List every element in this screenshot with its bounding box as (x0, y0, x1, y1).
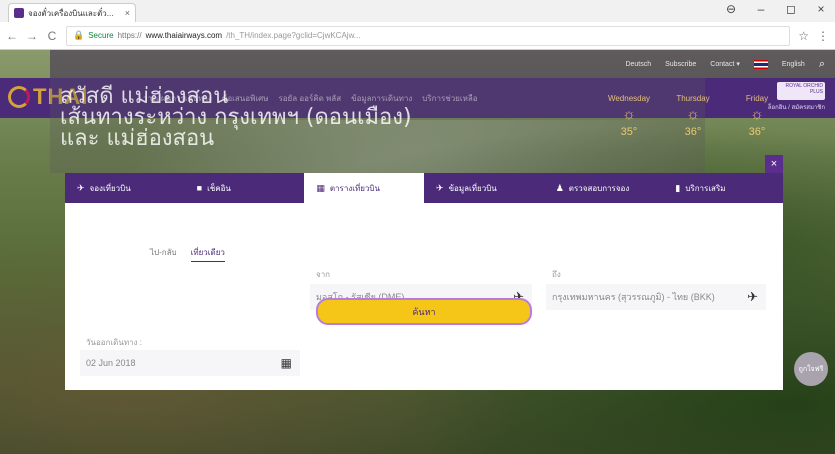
tab-extra-services[interactable]: ▮ บริการเสริม (663, 173, 783, 203)
close-window-button[interactable]: × (813, 2, 829, 16)
departure-date-value: 02 Jun 2018 (86, 358, 136, 368)
hero-line-2: เส้นทางระหว่าง กรุงเทพฯ (ดอนเมือง) (60, 105, 412, 130)
hero-headline: สวัสดี แม่ฮ่องสอน เส้นทางระหว่าง กรุงเทพ… (60, 84, 412, 151)
rop-badge[interactable]: ROYAL ORCHID PLUS (777, 82, 825, 100)
to-label: ถึง (552, 270, 561, 279)
reload-button[interactable]: C (46, 29, 58, 43)
round-trip-option[interactable]: ไป-กลับ (150, 246, 177, 262)
window-controls: ⊖ – ◻ × (723, 2, 829, 16)
weather-day-name: Friday (745, 94, 769, 103)
url-host: www.thaiairways.com (145, 31, 223, 40)
search-button[interactable]: ค้นหา (316, 298, 532, 325)
tab-manage-booking[interactable]: ♟ ตรวจสอบการจอง (544, 173, 664, 203)
from-label: จาก (316, 270, 331, 279)
url-path: /th_TH/index.page?gclid=CjwKCAjw... (226, 31, 361, 40)
utility-link[interactable]: Deutsch (625, 61, 651, 68)
tab-close-icon[interactable]: × (125, 8, 130, 18)
forward-button[interactable]: → (26, 29, 38, 43)
language-selector[interactable]: English (782, 61, 805, 68)
orchid-logo-icon (8, 86, 30, 108)
tab-book-flight[interactable]: ✈ จองเที่ยวบิน (65, 173, 185, 203)
tab-check-in[interactable]: ■ เช็คอิน (185, 173, 305, 203)
search-icon[interactable]: ⌕ (819, 58, 825, 71)
browser-tab[interactable]: จองตั๋วเครื่องบินและตั๋ว... × (8, 3, 136, 22)
lock-icon: 🔒 (73, 30, 85, 40)
tab-label: บริการเสริม (685, 183, 726, 193)
plane-arrival-icon: ✈ (747, 289, 758, 304)
plane-icon: ✈ (77, 182, 85, 193)
weather-day: Wednesday ☼ 35° (607, 94, 651, 138)
document-icon: ▮ (675, 182, 681, 193)
browser-menu-icon[interactable]: ⋮ (817, 29, 829, 43)
hero-line-3: และ แม่ฮ่องสอน (60, 126, 215, 151)
trip-type-toggle: ไป-กลับ เที่ยวเดียว (150, 246, 225, 262)
url-scheme: https:// (117, 31, 142, 40)
departure-date-label: วันออกเดินทาง : (86, 338, 142, 347)
maximize-button[interactable]: ◻ (783, 2, 799, 16)
bookmark-star-icon[interactable]: ☆ (798, 29, 809, 43)
sun-icon: ☼ (686, 106, 700, 123)
departure-date-field[interactable]: 02 Jun 2018 ▦ (80, 350, 300, 376)
hero-line-1: สวัสดี แม่ฮ่องสอน (60, 84, 229, 109)
tab-title: จองตั๋วเครื่องบินและตั๋ว... (28, 8, 114, 18)
subscribe-link[interactable]: Subscribe (665, 61, 696, 68)
tab-label: ข้อมูลเที่ยวบิน (448, 183, 497, 193)
tab-label: ตารางเที่ยวบิน (329, 183, 380, 193)
person-icon: ♟ (555, 182, 564, 193)
weather-day-name: Wednesday (607, 94, 651, 103)
weather-temp: 36° (684, 126, 702, 138)
tab-flight-schedule[interactable]: ▦ ตารางเที่ยวบิน (304, 173, 425, 203)
profile-icon[interactable]: ⊖ (723, 2, 739, 16)
thai-favicon-icon (14, 8, 24, 18)
calendar-icon[interactable]: ▦ (281, 356, 292, 370)
weather-temp: 36° (748, 126, 766, 138)
tab-label: ตรวจสอบการจอง (568, 183, 630, 193)
one-way-option[interactable]: เที่ยวเดียว (190, 246, 225, 262)
sun-icon: ☼ (750, 106, 764, 123)
plane-icon: ✈ (436, 182, 444, 193)
url-bar[interactable]: 🔒 Secure https:// www.thaiairways.com /t… (66, 25, 791, 46)
minimize-button[interactable]: – (753, 2, 769, 16)
secure-label: Secure (88, 31, 114, 40)
briefcase-icon: ■ (196, 183, 203, 193)
booking-tabs: ✈ จองเที่ยวบิน ■ เช็คอิน ▦ ตารางเที่ยวบิ… (65, 173, 783, 203)
weather-day: Thursday ☼ 36° (671, 94, 715, 138)
browser-titlebar: จองตั๋วเครื่องบินและตั๋ว... × ⊖ – ◻ × (0, 0, 835, 22)
sun-icon: ☼ (622, 106, 636, 123)
weather-day: Friday ☼ 36° (735, 94, 779, 138)
to-value: กรุงเทพมหานคร (สุวรรณภูมิ) - ไทย (BKK) (552, 292, 715, 302)
calendar-icon: ▦ (316, 182, 325, 193)
tab-label: เช็คอิน (207, 183, 231, 193)
to-field[interactable]: กรุงเทพมหานคร (สุวรรณภูมิ) - ไทย (BKK) ✈ (546, 284, 766, 310)
tab-flight-status[interactable]: ✈ ข้อมูลเที่ยวบิน (424, 173, 544, 203)
close-booking-icon[interactable]: × (765, 155, 783, 173)
weather-forecast: Wednesday ☼ 35° Thursday ☼ 36° Friday ☼ … (607, 94, 779, 138)
back-button[interactable]: ← (6, 29, 18, 43)
contact-dropdown[interactable]: Contact ▾ (710, 60, 740, 68)
chat-button[interactable]: ถูกใจฟรี (794, 352, 828, 386)
browser-toolbar: ← → C 🔒 Secure https:// www.thaiairways.… (0, 22, 835, 50)
weather-temp: 35° (620, 126, 638, 138)
weather-day-name: Thursday (676, 94, 710, 103)
tab-label: จองเที่ยวบิน (89, 183, 131, 193)
thai-flag-icon[interactable] (753, 59, 768, 69)
